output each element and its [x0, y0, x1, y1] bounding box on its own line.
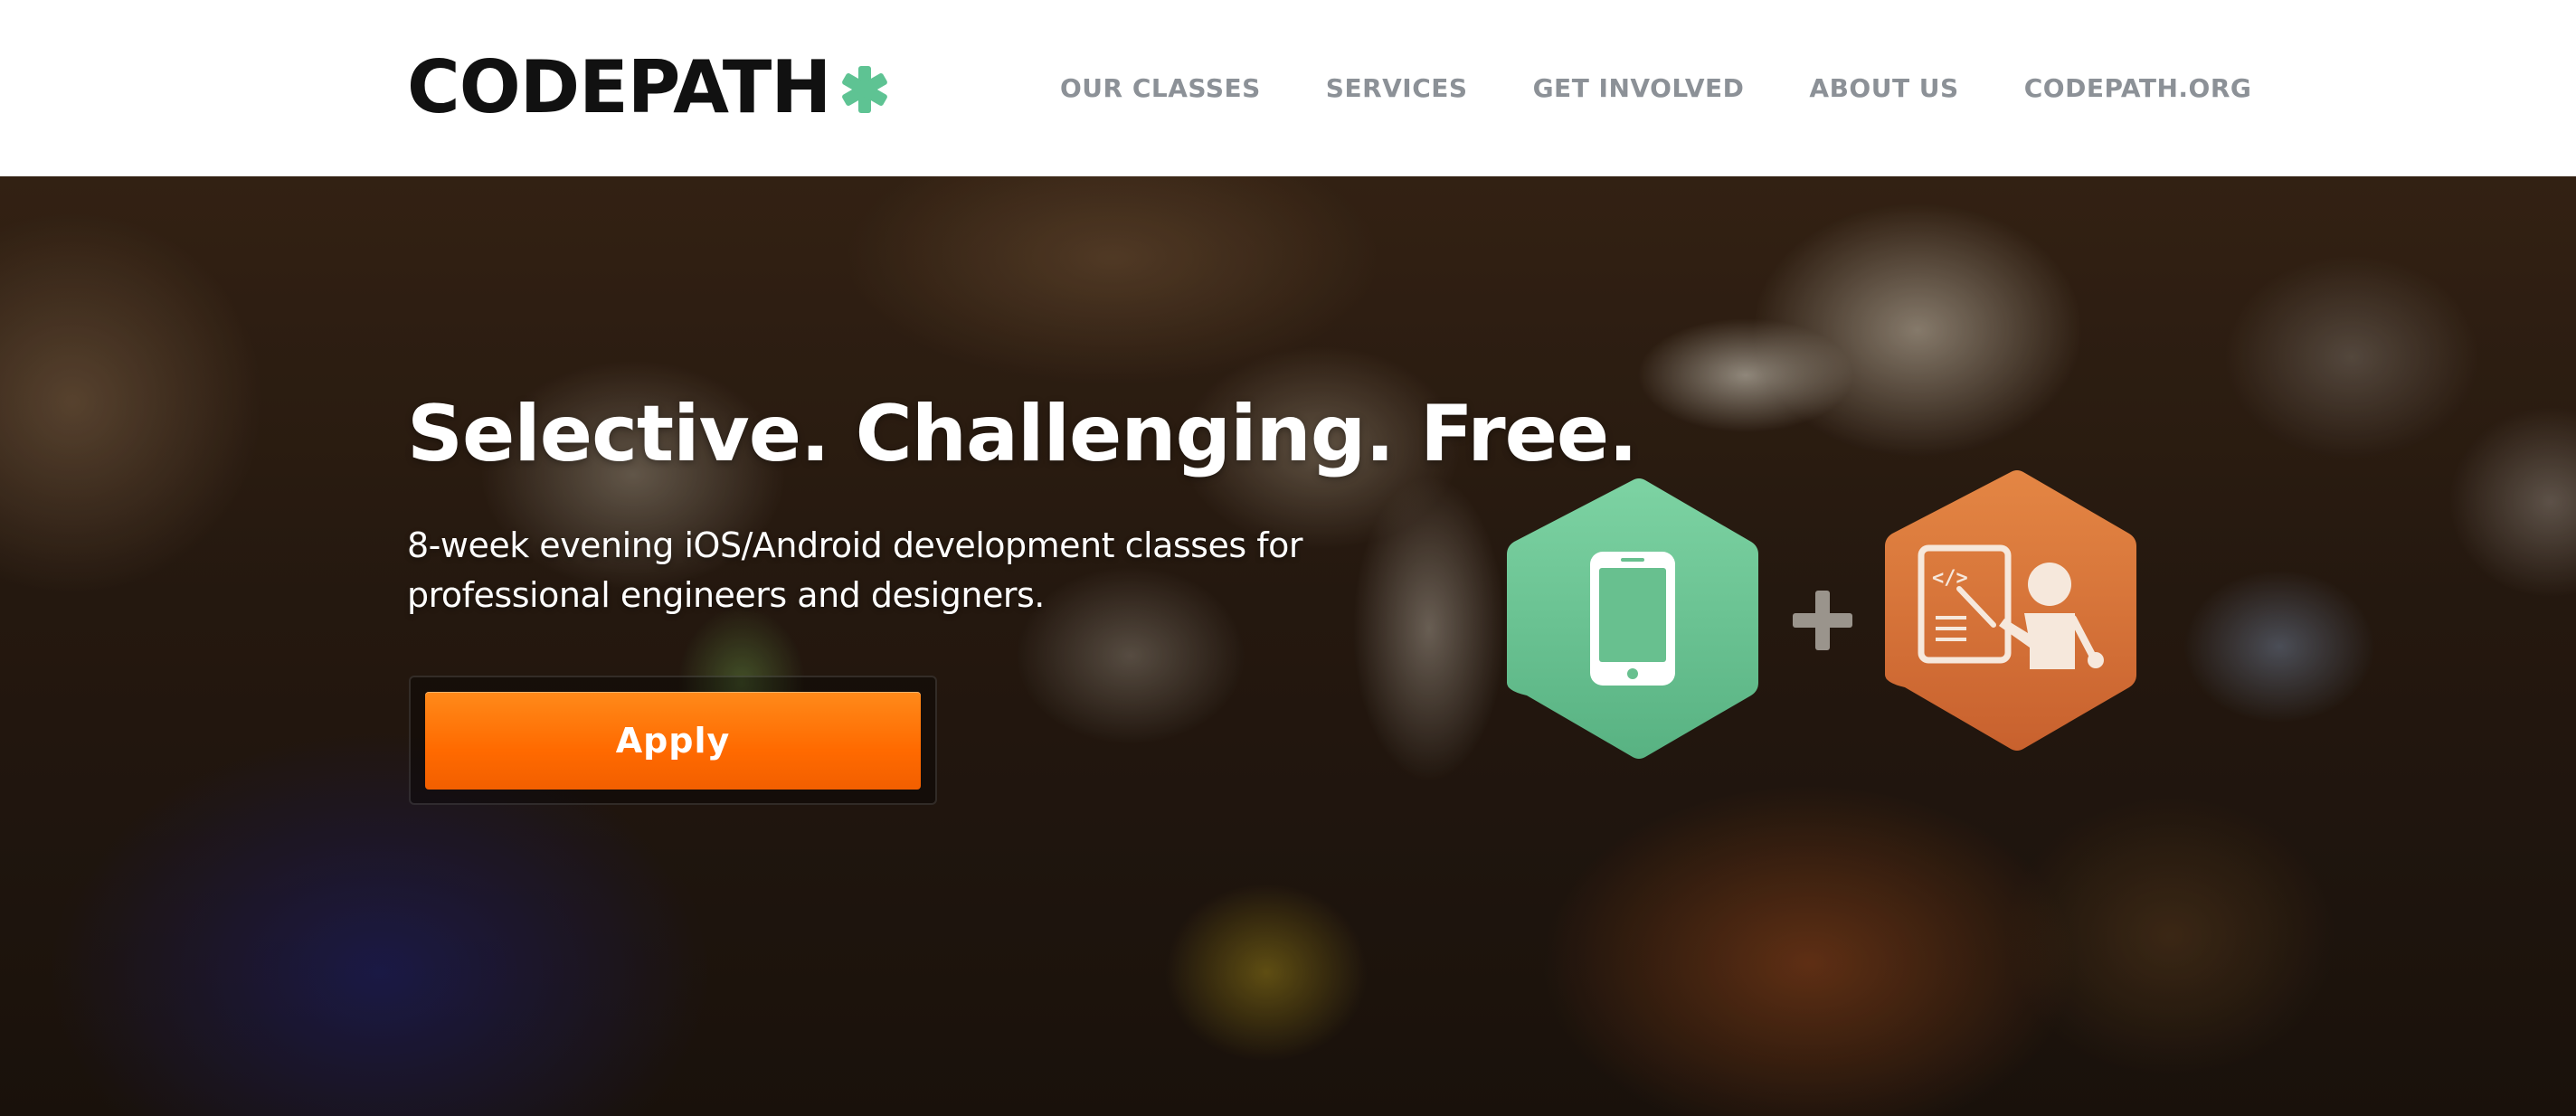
apply-button[interactable]: Apply [425, 692, 921, 790]
mobile-phone-icon [1507, 478, 1758, 759]
course-icons: </> [1501, 470, 2153, 764]
nav-about-us[interactable]: ABOUT US [1809, 71, 1958, 107]
logo-wordmark: CODEPATH [407, 45, 831, 129]
nav-get-involved[interactable]: GET INVOLVED [1533, 71, 1745, 107]
main-nav: OUR CLASSES SERVICES GET INVOLVED ABOUT … [1060, 71, 2251, 107]
teacher-whiteboard-icon: </> [1885, 470, 2136, 751]
plus-icon [1793, 591, 1852, 650]
asterisk-icon [842, 66, 888, 113]
site-header: CODEPATH OUR CLASSES SERVICES GET INVOLV… [0, 0, 2576, 176]
nav-our-classes[interactable]: OUR CLASSES [1060, 71, 1261, 107]
codepath-logo[interactable]: CODEPATH [407, 47, 890, 128]
nav-codepath-org[interactable]: CODEPATH.ORG [2024, 71, 2252, 107]
hero-subtitle: 8-week evening iOS/Android development c… [407, 525, 1302, 615]
hero-overlay [0, 176, 2576, 1116]
apply-button-frame: Apply [409, 676, 937, 805]
hero-title: Selective. Challenging. Free. [407, 389, 1638, 479]
nav-services[interactable]: SERVICES [1326, 71, 1468, 107]
hero-section: Selective. Challenging. Free. 8-week eve… [0, 176, 2576, 1116]
whiteboard-code-text: </> [1932, 567, 1968, 590]
